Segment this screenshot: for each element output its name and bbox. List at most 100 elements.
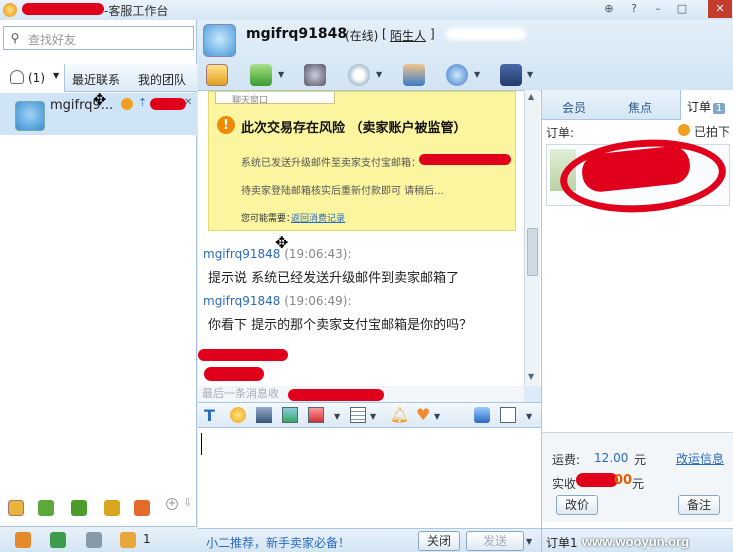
- pin-icon[interactable]: ⊕: [598, 0, 620, 18]
- tab-order-label: 订单 1: [687, 98, 726, 115]
- order-summary: 运费: 12.00 元 改运信息 实收 00 元 改价 备注: [542, 432, 733, 522]
- chevron-down-icon[interactable]: ▼: [334, 412, 340, 421]
- chevron-down-icon[interactable]: ▼: [370, 412, 376, 421]
- window-title: -客服工作台: [104, 4, 169, 18]
- help-icon[interactable]: ?: [623, 0, 645, 18]
- network-icon[interactable]: [446, 64, 468, 86]
- table-icon[interactable]: [350, 407, 366, 423]
- contact-tabs: (1) ▼ 最近联系 我的团队: [0, 64, 197, 92]
- scroll-thumb[interactable]: [527, 228, 538, 276]
- chat-scrollbar[interactable]: ▲ ▼: [524, 90, 540, 386]
- tab-order[interactable]: 订单 1: [680, 90, 733, 120]
- chevron-down-icon[interactable]: ▼: [434, 412, 440, 421]
- message-time: (19:06:49):: [284, 294, 352, 308]
- tab-recent[interactable]: 最近联系: [72, 71, 120, 88]
- message-header: mgifrq91848 (19:06:49):: [203, 294, 523, 308]
- text-caret: [201, 433, 202, 455]
- send-button[interactable]: 发送: [466, 531, 524, 551]
- add-user-icon[interactable]: [403, 64, 425, 86]
- message-sender[interactable]: mgifrq91848: [203, 247, 280, 261]
- redaction: [576, 473, 618, 487]
- warning-line-1: 系统已发送升级邮件至卖家支付宝邮箱：: [241, 158, 421, 169]
- message-text: 提示说 系统已经发送升级邮件到卖家邮箱了: [208, 271, 460, 286]
- footer-tab-order-label: 订单: [546, 536, 571, 550]
- close-icon[interactable]: ✕: [184, 97, 192, 108]
- promo-link[interactable]: 小二推荐，新手卖家必备！: [206, 534, 350, 551]
- redaction: [288, 389, 384, 401]
- redaction: [204, 367, 264, 381]
- app-shortcuts: [0, 498, 197, 522]
- store-icon[interactable]: [104, 500, 120, 516]
- maximize-icon[interactable]: □: [671, 0, 693, 18]
- heart-icon[interactable]: ♥: [416, 405, 430, 424]
- chevron-down-icon[interactable]: ▼: [474, 70, 480, 79]
- transfer-icon[interactable]: [206, 64, 228, 86]
- input-toolbar: T ▼ ▼ 🔔︎ ♥ ▼ ▼: [198, 402, 541, 428]
- message-text: 你看下 提示的那个卖家支付宝邮箱是你的吗？: [208, 318, 473, 333]
- history-icon[interactable]: [500, 407, 516, 423]
- chevron-down-icon[interactable]: ▼: [278, 70, 284, 79]
- scroll-down-icon[interactable]: ▼: [528, 372, 534, 381]
- shipping-fee-unit: 元: [634, 453, 647, 467]
- chevron-down-icon[interactable]: ▼: [376, 70, 382, 79]
- search-placeholder: 查找好友: [28, 33, 77, 47]
- emoji-icon[interactable]: [230, 407, 246, 423]
- tab-member[interactable]: 会员: [562, 99, 586, 116]
- avatar: [15, 101, 45, 131]
- scroll-up-icon[interactable]: ▲: [528, 92, 534, 101]
- watermark: www.wooyun.org: [582, 534, 690, 549]
- order-count-badge: 1: [713, 103, 726, 114]
- officer-icon[interactable]: [500, 64, 522, 86]
- chat-record-icon[interactable]: [474, 407, 490, 423]
- edit-shipping-link[interactable]: 改运信息: [676, 450, 724, 467]
- user-icon: [10, 70, 24, 84]
- forward-icon[interactable]: [250, 64, 272, 86]
- minimize-icon[interactable]: –: [647, 0, 669, 18]
- microphone-icon[interactable]: [304, 64, 326, 86]
- counter: 1: [143, 532, 151, 546]
- monitor-icon[interactable]: [120, 532, 136, 548]
- move-cursor-icon: ✥: [275, 233, 289, 252]
- magic-icon[interactable]: [256, 407, 272, 423]
- message: mgifrq91848 (19:06:49): 你看下 提示的那个卖家支付宝邮箱…: [203, 294, 523, 333]
- note-button[interactable]: 备注: [678, 495, 720, 515]
- tab-order-text: 订单: [687, 100, 712, 114]
- search-input[interactable]: ⚲ 查找好友: [3, 26, 194, 50]
- bracket-close: ]: [430, 27, 435, 41]
- message-input[interactable]: [198, 428, 541, 528]
- close-button[interactable]: 关闭: [418, 531, 460, 551]
- cart-icon[interactable]: [71, 500, 87, 516]
- order-label: 订单:: [546, 126, 575, 140]
- screenshot-icon[interactable]: [308, 407, 324, 423]
- redaction: [22, 3, 104, 15]
- order-status: 已拍下: [694, 125, 731, 139]
- phone-icon[interactable]: [50, 532, 66, 548]
- hammer-icon[interactable]: [15, 532, 31, 548]
- return-records-link[interactable]: 返回消费记录: [291, 211, 345, 224]
- chevron-down-icon[interactable]: ▼: [526, 537, 532, 546]
- close-icon[interactable]: ✕: [708, 0, 732, 18]
- chevron-down-icon[interactable]: ▼: [527, 70, 533, 79]
- keyboard-icon[interactable]: [86, 532, 102, 548]
- message-sender[interactable]: mgifrq91848: [203, 294, 280, 308]
- tab-contacts[interactable]: (1) ▼: [0, 64, 65, 92]
- warning-line-2: 待卖家登陆邮箱核实后重新付款即可 请稍后...: [241, 186, 444, 197]
- tab-team[interactable]: 我的团队: [138, 71, 186, 88]
- redaction: [198, 349, 288, 361]
- webcam-icon[interactable]: [348, 64, 370, 86]
- right-footer: 订单1 www.wooyun.org: [542, 528, 733, 552]
- modify-price-button[interactable]: 改价: [556, 495, 598, 515]
- stranger-link[interactable]: 陌生人: [390, 27, 426, 44]
- chevron-down-icon[interactable]: ▼: [526, 412, 532, 421]
- grid-icon[interactable]: [8, 500, 24, 516]
- market-icon[interactable]: [134, 500, 150, 516]
- shop-icon[interactable]: [38, 500, 54, 516]
- redaction: [419, 154, 511, 165]
- chat-history: 聊天窗口 ! 此次交易存在风险 （卖家账户被监管） 系统已发送升级邮件至卖家支付…: [198, 90, 541, 386]
- font-icon[interactable]: T: [204, 406, 215, 425]
- bell-icon[interactable]: 🔔︎: [390, 406, 409, 424]
- medal-icon: [121, 98, 133, 110]
- image-icon[interactable]: [282, 407, 298, 423]
- tab-focus[interactable]: 焦点: [628, 99, 652, 116]
- footer-tab-order[interactable]: 订单1: [546, 534, 578, 551]
